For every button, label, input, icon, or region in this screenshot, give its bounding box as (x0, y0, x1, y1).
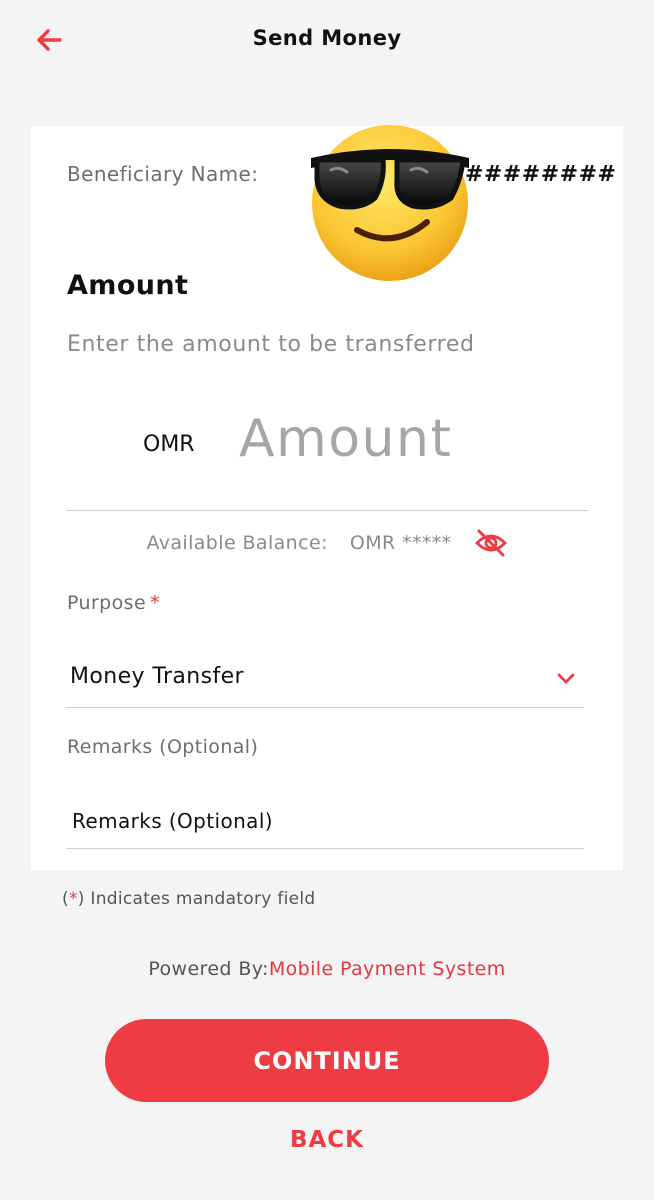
powered-by-text: Powered By:Mobile Payment System (148, 958, 506, 980)
transfer-form-card: Beneficiary Name: ######## Amount Enter … (31, 125, 623, 870)
beneficiary-name-value: ######## (465, 162, 617, 187)
required-asterisk: * (150, 592, 160, 614)
amount-heading: Amount (67, 270, 189, 301)
powered-by-brand: Mobile Payment System (268, 958, 506, 980)
back-button[interactable]: BACK (227, 1120, 427, 1160)
page-title: Send Money (252, 26, 402, 50)
eye-off-icon[interactable] (474, 527, 508, 559)
sunglasses-emoji-icon (311, 125, 469, 281)
amount-divider (66, 510, 588, 511)
mandatory-field-note: (*) Indicates mandatory field (62, 889, 316, 909)
balance-value: OMR ***** (349, 532, 452, 554)
continue-button[interactable]: CONTINUE (105, 1019, 549, 1102)
amount-input[interactable] (239, 404, 579, 474)
purpose-dropdown[interactable]: Money Transfer (66, 654, 584, 708)
beneficiary-name-label: Beneficiary Name: (67, 162, 259, 186)
currency-label: OMR (143, 432, 195, 457)
balance-label: Available Balance: (146, 532, 328, 554)
available-balance-row: Available Balance: OMR ***** (31, 526, 623, 560)
purpose-selected-value: Money Transfer (70, 664, 244, 689)
send-money-screen: Send Money Beneficiary Name: ######## Am… (0, 0, 654, 1200)
remarks-label: Remarks (Optional) (67, 736, 259, 758)
amount-hint: Enter the amount to be transferred (67, 332, 475, 357)
chevron-down-icon (557, 673, 575, 684)
remarks-input[interactable] (66, 794, 584, 849)
purpose-label: Purpose * (67, 592, 160, 614)
